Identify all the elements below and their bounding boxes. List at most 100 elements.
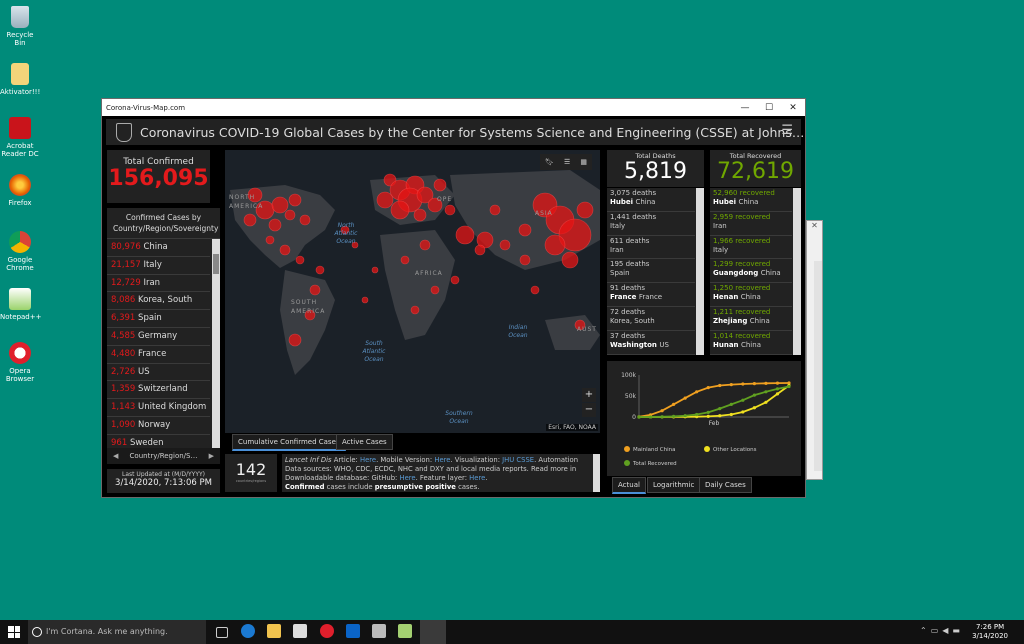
- death-row[interactable]: 91 deaths France France: [607, 283, 695, 307]
- confirmed-row[interactable]: 1,143 United Kingdom: [107, 399, 210, 417]
- zoom-out-button[interactable]: −: [582, 403, 596, 417]
- recovered-row[interactable]: 1,299 recovered Guangdong China: [710, 259, 792, 284]
- zoom-in-button[interactable]: +: [582, 388, 596, 402]
- jhu-csse-link[interactable]: JHU CSSE: [502, 456, 534, 464]
- case-marker[interactable]: [433, 178, 447, 192]
- list-icon[interactable]: ☰: [564, 158, 570, 166]
- case-marker[interactable]: [530, 285, 540, 295]
- scrollbar[interactable]: [212, 239, 220, 457]
- case-marker[interactable]: [489, 204, 501, 216]
- tab-logarithmic[interactable]: Logarithmic: [647, 477, 701, 493]
- confirmed-row[interactable]: 4,480 France: [107, 346, 210, 364]
- case-marker[interactable]: [288, 193, 302, 207]
- case-marker[interactable]: [455, 225, 475, 245]
- notepad-icon[interactable]: [398, 624, 412, 638]
- confirmed-row[interactable]: 1,359 Switzerland: [107, 381, 210, 400]
- confirmed-row[interactable]: 4,585 Germany: [107, 328, 210, 346]
- bookmark-icon[interactable]: 🔖︎: [545, 158, 554, 166]
- outlook-icon[interactable]: [346, 624, 360, 638]
- case-marker[interactable]: [519, 254, 531, 266]
- minimize-button[interactable]: —: [733, 103, 757, 113]
- github-link[interactable]: Here: [399, 474, 415, 482]
- grid-icon[interactable]: ▦: [580, 158, 587, 166]
- store-icon[interactable]: [293, 624, 307, 638]
- case-marker[interactable]: [295, 255, 305, 265]
- world-map[interactable]: [225, 150, 600, 433]
- case-marker[interactable]: [561, 251, 579, 269]
- death-row[interactable]: 611 deaths Iran: [607, 236, 695, 260]
- scrollbar[interactable]: [696, 188, 704, 355]
- system-tray-icons[interactable]: ⌃▭◀▬: [920, 626, 964, 635]
- tab-active-cases[interactable]: Active Cases: [336, 434, 393, 450]
- confirmed-row[interactable]: 8,086 Korea, South: [107, 292, 210, 311]
- case-marker[interactable]: [450, 275, 460, 285]
- recovered-row[interactable]: 1,966 recovered Italy: [710, 236, 792, 260]
- confirmed-row[interactable]: 12,729 Iran: [107, 275, 210, 293]
- death-row[interactable]: 3,075 deaths Hubei China: [607, 188, 695, 212]
- death-row[interactable]: 72 deaths Korea, South: [607, 307, 695, 331]
- tab-daily-cases[interactable]: Daily Cases: [699, 477, 752, 493]
- desktop-icon-firefox[interactable]: Firefox: [0, 174, 40, 207]
- feature-layer-link[interactable]: Here: [469, 474, 485, 482]
- recovered-row[interactable]: 1,211 recovered Zhejiang China: [710, 307, 792, 331]
- death-row[interactable]: 195 deaths Spain: [607, 259, 695, 284]
- desktop-icon-recycle-bin[interactable]: Recycle Bin: [0, 6, 40, 47]
- case-marker[interactable]: [265, 235, 275, 245]
- desktop-icon-notepadpp[interactable]: Notepad++: [0, 288, 41, 321]
- case-marker[interactable]: [299, 214, 311, 226]
- maximize-button[interactable]: ☐: [757, 103, 781, 113]
- case-marker[interactable]: [361, 296, 369, 304]
- case-marker[interactable]: [499, 239, 511, 251]
- recovered-row[interactable]: 1,014 recovered Hunan China: [710, 331, 792, 355]
- recovered-row[interactable]: 52,960 recovered Hubei China: [710, 188, 792, 212]
- close-button[interactable]: ✕: [781, 103, 805, 113]
- case-marker[interactable]: [390, 200, 410, 220]
- case-marker[interactable]: [284, 209, 296, 221]
- window-titlebar[interactable]: Corona-Virus-Map.com — ☐ ✕: [102, 99, 805, 116]
- case-marker[interactable]: [474, 244, 486, 256]
- case-marker[interactable]: [371, 266, 379, 274]
- case-marker[interactable]: [419, 239, 431, 251]
- recovered-row[interactable]: 1,250 recovered Henan China: [710, 283, 792, 307]
- pager-next-icon[interactable]: ▶: [209, 452, 214, 460]
- desktop-icon-opera[interactable]: Opera Browser: [0, 342, 40, 383]
- case-marker[interactable]: [413, 208, 427, 222]
- file-explorer-icon[interactable]: [267, 624, 281, 638]
- case-marker[interactable]: [315, 265, 325, 275]
- cortana-search[interactable]: I'm Cortana. Ask me anything.: [28, 620, 206, 644]
- case-marker[interactable]: [518, 223, 532, 237]
- app-icon[interactable]: [372, 624, 386, 638]
- case-marker[interactable]: [430, 285, 440, 295]
- corona-app-icon[interactable]: [420, 620, 446, 644]
- map-panel[interactable]: NORTH AMERICA SOUTH AMERICA OPE AFRICA A…: [225, 150, 600, 433]
- confirmed-row[interactable]: 80,976 China: [107, 239, 210, 257]
- case-marker[interactable]: [268, 218, 282, 232]
- case-marker[interactable]: [279, 244, 291, 256]
- pager-prev-icon[interactable]: ◀: [113, 452, 118, 460]
- scrollbar[interactable]: [593, 454, 600, 492]
- recovered-row[interactable]: 2,959 recovered Iran: [710, 212, 792, 236]
- mobile-version-link[interactable]: Here: [434, 456, 450, 464]
- case-marker[interactable]: [410, 305, 420, 315]
- scrollbar[interactable]: [814, 261, 822, 471]
- confirmed-row[interactable]: 1,090 Norway: [107, 417, 210, 435]
- clock[interactable]: 7:26 PM 3/14/2020: [972, 623, 1008, 641]
- desktop-icon-acrobat[interactable]: Acrobat Reader DC: [0, 117, 40, 158]
- confirmed-row[interactable]: 2,726 US: [107, 364, 210, 382]
- death-row[interactable]: 37 deaths Washington US: [607, 331, 695, 355]
- close-icon[interactable]: ✕: [807, 221, 822, 230]
- tab-actual[interactable]: Actual: [612, 477, 646, 494]
- edge-icon[interactable]: [241, 624, 255, 638]
- confirmed-list[interactable]: 80,976 China 21,157 Italy 12,729 Iran 8,086…: [107, 239, 220, 457]
- scrollbar[interactable]: [793, 188, 801, 355]
- start-button[interactable]: [8, 626, 20, 638]
- confirmed-row[interactable]: 6,391 Spain: [107, 310, 210, 328]
- case-marker[interactable]: [243, 213, 257, 227]
- tab-cumulative-confirmed[interactable]: Cumulative Confirmed Cases: [232, 434, 346, 451]
- case-marker[interactable]: [576, 201, 594, 219]
- case-marker[interactable]: [544, 234, 566, 256]
- cases-chart[interactable]: 100k 50k 0 Feb Mainland China Other Locations…: [607, 361, 801, 476]
- task-view-icon[interactable]: [216, 627, 228, 638]
- recovered-list[interactable]: 52,960 recovered Hubei China 2,959 recover…: [710, 188, 801, 355]
- confirmed-row[interactable]: 21,157 Italy: [107, 257, 210, 275]
